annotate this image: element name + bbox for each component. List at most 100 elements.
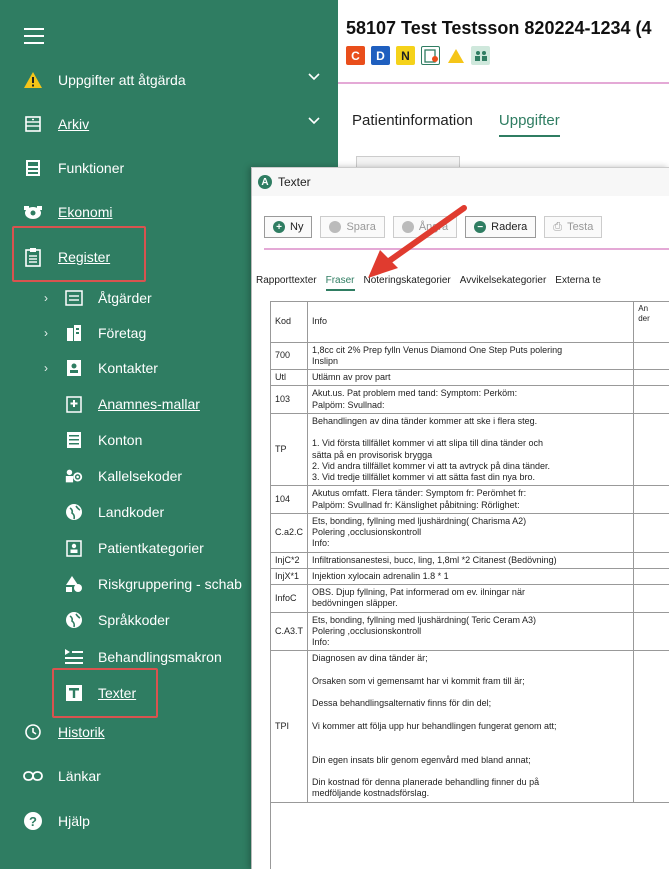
cell-extra (633, 413, 669, 487)
hamburger-menu-icon[interactable] (24, 28, 44, 44)
chevron-down-icon[interactable] (308, 72, 320, 82)
cell-info: Ets, bonding, fyllning med ljushärdning(… (307, 612, 635, 652)
new-button-label: Ny (290, 221, 304, 233)
chevron-right-icon[interactable]: › (44, 361, 48, 375)
sidebar-item-label: Historik (58, 724, 105, 740)
new-button[interactable]: + Ny (264, 216, 313, 238)
cell-extra (633, 342, 669, 370)
subtab-externa[interactable]: Externa te (555, 275, 601, 291)
register-item-label: Kallelsekoder (98, 468, 183, 484)
fraser-table-container: Kod Info An der 700 1,8cc cit 2% Prep fyl… (270, 301, 669, 869)
subtab-avvikelsekategorier[interactable]: Avvikelsekategorier (460, 275, 547, 291)
dialog-titlebar: A Texter (252, 168, 669, 196)
table-row[interactable]: TP Behandlingen av dina tänder kommer att… (271, 413, 669, 487)
register-item-label: Anamnes-mallar (98, 396, 200, 412)
note-icon[interactable] (421, 46, 440, 65)
cell-extra (633, 485, 669, 514)
register-item-label: Åtgärder (98, 290, 152, 306)
table-row[interactable]: 103 Akut.us. Pat problem med tand: Sympto… (271, 385, 669, 414)
cell-info: Injektion xylocain adrenalin 1.8 * 1 (307, 568, 635, 586)
delete-button[interactable]: − Radera (465, 216, 537, 238)
group-icon[interactable] (471, 46, 490, 65)
table-row[interactable]: C.A3.T Ets, bonding, fyllning med ljushär… (271, 612, 669, 652)
history-icon (22, 721, 44, 743)
svg-text:?: ? (29, 814, 37, 829)
cell-info: Behandlingen av dina tänder kommer att s… (307, 413, 635, 487)
ledger-icon (64, 430, 84, 450)
cell-kod: InfoC (271, 584, 309, 613)
table-row[interactable]: Utl Utlämn av prov part (271, 369, 669, 387)
cell-kod: C.A3.T (271, 612, 309, 652)
contact-card-icon (64, 358, 84, 378)
table-row[interactable]: C.a2.C Ets, bonding, fyllning med ljushär… (271, 513, 669, 553)
cell-info: Utlämn av prov part (307, 369, 635, 387)
medical-form-icon (64, 394, 84, 414)
badge-d[interactable]: D (371, 46, 390, 65)
save-icon (329, 221, 342, 233)
test-button[interactable]: ⎙ Testa (544, 216, 603, 238)
table-row[interactable]: InjC*2 Infiltrationsanestesi, bucc, ling,… (271, 552, 669, 569)
list-arrow-icon (64, 647, 84, 667)
chevron-right-icon[interactable]: › (44, 291, 48, 305)
cell-extra (633, 568, 669, 586)
subtab-fraser[interactable]: Fraser (325, 275, 355, 291)
tab-patientinformation[interactable]: Patientinformation (352, 112, 473, 137)
sidebar-item-label: Funktioner (58, 160, 125, 176)
highlight-box-register (12, 226, 146, 282)
table-row[interactable]: InjX*1 Injektion xylocain adrenalin 1.8 *… (271, 568, 669, 586)
column-header-info[interactable]: Info (307, 302, 635, 343)
table-row[interactable]: InfoC OBS. Djup fyllning, Pat informerad … (271, 584, 669, 613)
sidebar-item-uppgifter[interactable]: Uppgifter att åtgärda (0, 60, 338, 100)
tab-uppgifter[interactable]: Uppgifter (498, 112, 560, 137)
table-row[interactable]: TPI Diagnosen av dina tänder är; Orsaken … (271, 650, 669, 803)
highlight-box-texter (52, 668, 158, 718)
table-row[interactable]: 700 1,8cc cit 2% Prep fylln Venus Diamond… (271, 342, 669, 370)
sidebar-item-arkiv[interactable]: Arkiv (0, 104, 338, 144)
risk-shapes-icon (64, 574, 84, 594)
badge-n[interactable]: N (396, 46, 415, 65)
plus-icon: + (273, 221, 285, 233)
sidebar-item-label: Arkiv (58, 116, 90, 132)
chevron-down-icon[interactable] (308, 116, 320, 126)
cell-extra (633, 612, 669, 652)
cell-extra (633, 369, 669, 387)
table-header-row: Kod Info An der (271, 302, 669, 343)
cell-extra (633, 650, 669, 803)
globe-icon (64, 610, 84, 630)
cell-kod: C.a2.C (271, 513, 309, 553)
register-item-label: Behandlingsmakron (98, 649, 222, 665)
people-gear-icon (64, 466, 84, 486)
patient-card-icon (64, 538, 84, 558)
table-row[interactable]: 104 Akutus omfatt. Flera tänder: Symptom … (271, 485, 669, 514)
cell-extra (633, 584, 669, 613)
cell-kod: TPI (271, 650, 309, 803)
main-tabs: Patientinformation Uppgifter (352, 112, 560, 137)
register-item-label: Kontakter (98, 360, 158, 376)
cell-extra (633, 513, 669, 553)
cell-kod: InjC*2 (271, 552, 309, 569)
patient-title: 58107 Test Testsson 820224-1234 (4 (346, 18, 652, 38)
chevron-right-icon[interactable]: › (44, 326, 48, 340)
archive-icon (22, 113, 44, 135)
dialog-title: Texter (278, 175, 311, 189)
badge-c[interactable]: C (346, 46, 365, 65)
cell-extra (633, 385, 669, 414)
cell-info: Ets, bonding, fyllning med ljushärdning(… (307, 513, 635, 553)
column-header-extra[interactable]: An der (633, 302, 669, 343)
subtab-rapporttexter[interactable]: Rapporttexter (256, 275, 317, 291)
cell-info: Infiltrationsanestesi, bucc, ling, 1,8ml… (307, 552, 635, 569)
column-header-kod[interactable]: Kod (271, 302, 309, 343)
cell-info: 1,8cc cit 2% Prep fylln Venus Diamond On… (307, 342, 635, 370)
cell-kod: TP (271, 413, 309, 487)
annotation-arrow-icon (368, 205, 467, 278)
patient-badges: C D N (346, 46, 490, 65)
register-item-label: Landkoder (98, 504, 165, 520)
cell-kod: 103 (271, 385, 309, 414)
register-item-label: Konton (98, 432, 143, 448)
money-icon (22, 201, 44, 223)
register-item-label: Patientkategorier (98, 540, 204, 556)
delete-button-label: Radera (491, 221, 528, 233)
sidebar-item-label: Länkar (58, 768, 101, 784)
sidebar-item-label: Ekonomi (58, 204, 113, 220)
warning-icon[interactable] (446, 46, 465, 65)
